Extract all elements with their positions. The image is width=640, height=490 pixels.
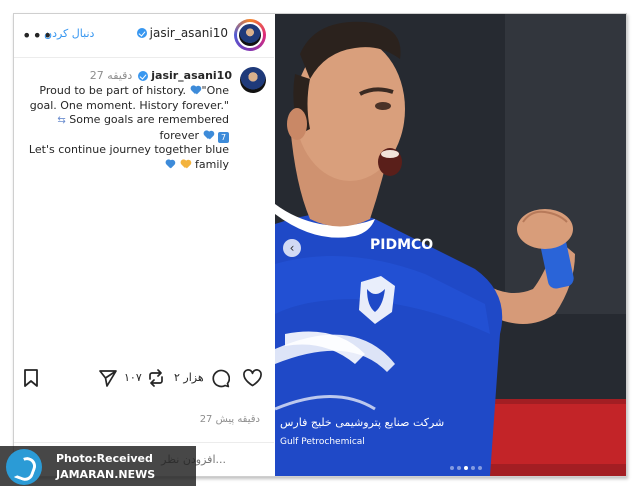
jersey-sponsor: PIDMCO	[370, 237, 433, 253]
post-header: ••• دنبال کردن jasir_asani10	[14, 14, 274, 58]
header-username[interactable]: jasir_asani10	[136, 26, 228, 40]
avatar[interactable]	[237, 22, 263, 48]
watermark-site: JAMARAN.NEWS	[56, 468, 156, 481]
caption-line-1: Proud to be part of history.	[39, 84, 187, 97]
story-ring[interactable]	[234, 19, 266, 51]
comment-icon[interactable]	[210, 368, 231, 392]
watermark-credit: Photo:Received	[56, 452, 153, 465]
carousel-dot[interactable]	[464, 466, 468, 470]
screenshot-frame: ••• دنبال کردن jasir_asani10 27 دقیقه ja…	[13, 13, 627, 477]
player-illustration: PIDMCO Gulf Petrochemical شرکت صنایع پتر…	[275, 14, 626, 476]
heart-icon[interactable]	[242, 368, 263, 392]
post-photo[interactable]: PIDMCO Gulf Petrochemical شرکت صنایع پتر…	[275, 14, 626, 476]
blue-heart-icon	[165, 160, 175, 169]
carousel-prev-button[interactable]: ‹	[283, 239, 301, 257]
carousel-dot[interactable]	[478, 466, 482, 470]
watermark: Photo:Received JAMARAN.NEWS	[0, 446, 196, 486]
caption-meta: 27 دقیقه jasir_asani10	[90, 69, 232, 82]
carousel-dot[interactable]	[471, 466, 475, 470]
caption-time: 27 دقیقه	[89, 69, 133, 82]
share-icon[interactable]	[98, 368, 118, 392]
yellow-heart-icon	[181, 160, 191, 169]
caption-avatar[interactable]	[240, 67, 266, 93]
verified-badge-icon	[136, 28, 147, 38]
caption-line-5: family	[195, 157, 229, 171]
keycap-seven-icon: 7	[218, 131, 229, 143]
repost-count: ۱۰۷	[124, 371, 142, 384]
header-username-text[interactable]: jasir_asani10	[150, 26, 228, 40]
caption-text: Proud to be part of history. "One goal. …	[24, 84, 229, 172]
carousel-dot[interactable]	[457, 466, 461, 470]
jersey-text-fa: شرکت صنایع پتروشیمی خلیج فارس	[280, 416, 444, 429]
comment-count: ۲ هزار	[174, 371, 204, 384]
jersey-text-en: Gulf Petrochemical	[280, 437, 365, 447]
verified-badge-icon	[138, 70, 149, 81]
blue-heart-icon	[191, 86, 201, 95]
caption-line-4: Let's continue journey together blue	[28, 143, 229, 156]
bookmark-icon[interactable]	[22, 368, 40, 392]
caption-username[interactable]: jasir_asani10	[138, 69, 232, 82]
action-bar: ۱۰۷ ۲ هزار	[14, 364, 274, 392]
post-time-ago: 27 دقیقه پیش	[199, 414, 260, 425]
repeat-icon: ⇆	[57, 115, 66, 126]
jamaran-logo-icon	[6, 449, 42, 485]
repost-icon[interactable]	[146, 368, 166, 392]
follow-button[interactable]: دنبال کردن	[44, 27, 94, 40]
caption-username-text[interactable]: jasir_asani10	[151, 69, 232, 82]
carousel-dot[interactable]	[450, 466, 454, 470]
blue-heart-icon	[204, 131, 214, 140]
comments-panel: ••• دنبال کردن jasir_asani10 27 دقیقه ja…	[14, 14, 274, 476]
carousel-dots	[450, 466, 482, 470]
